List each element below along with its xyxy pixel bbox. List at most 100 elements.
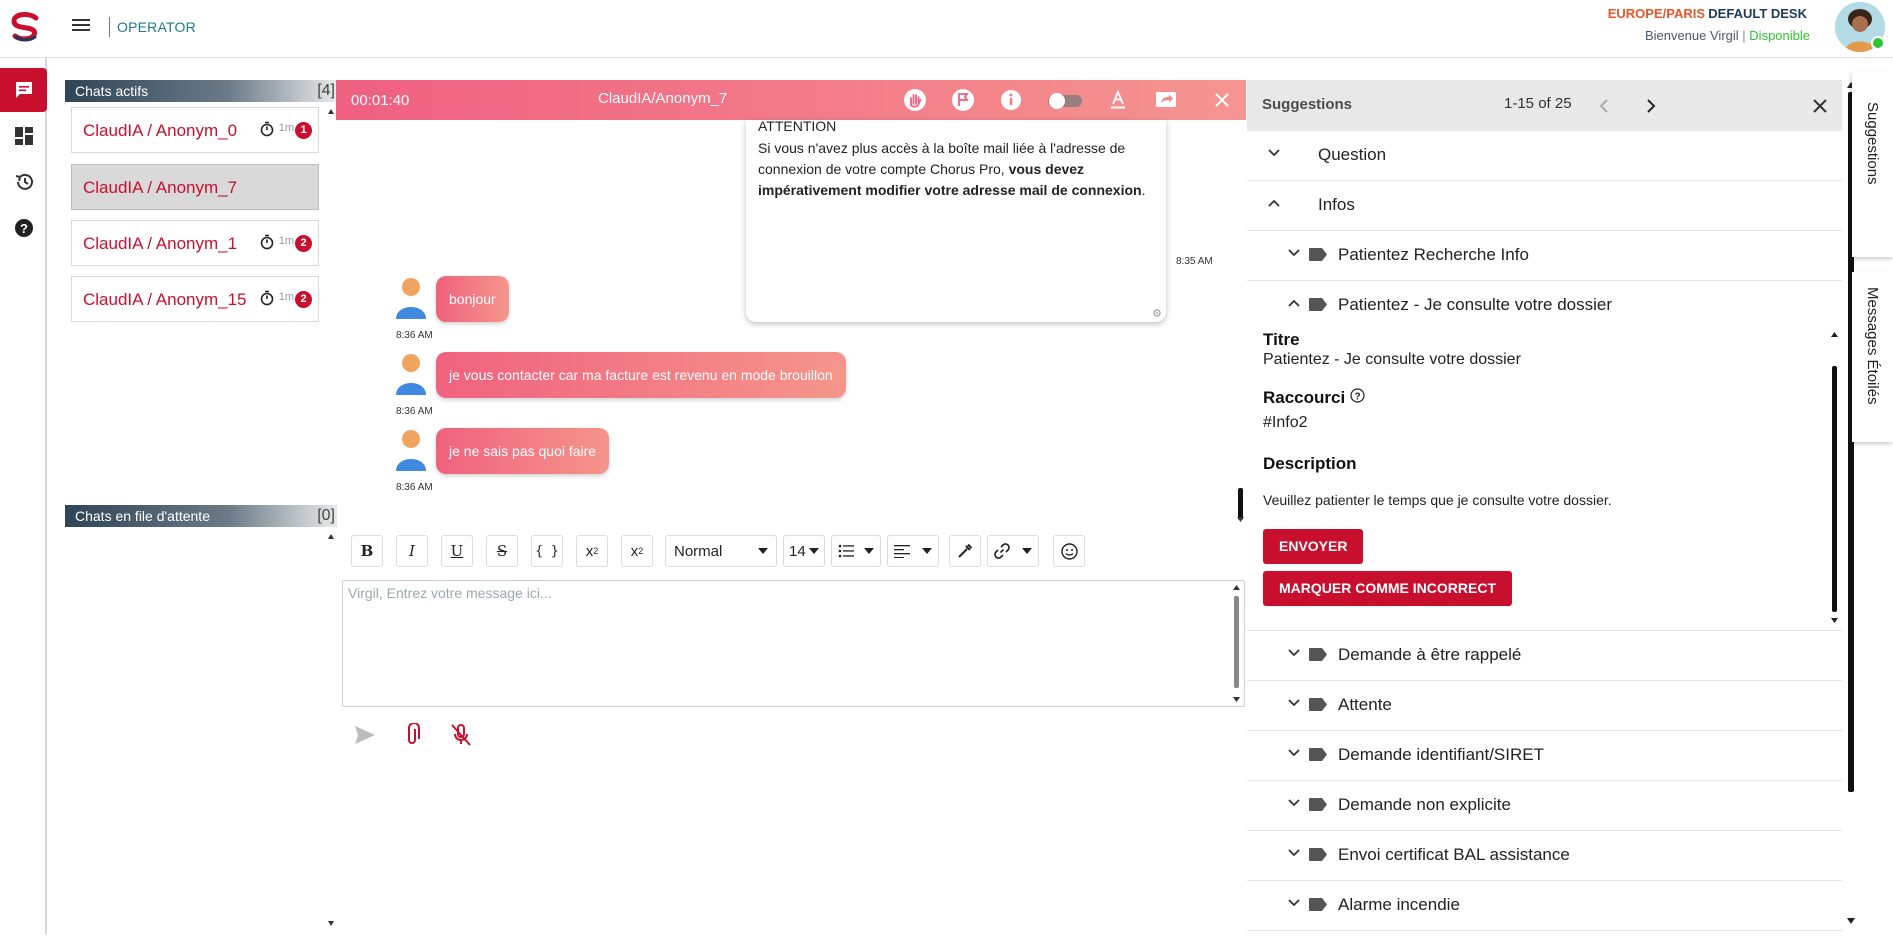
desk-label: DEFAULT DESK (1708, 6, 1807, 21)
tag-icon (1309, 748, 1327, 761)
chevron-up-icon (1268, 199, 1280, 207)
chevron-up-icon (1288, 299, 1300, 307)
suggestion-label: Demande non explicite (1338, 795, 1511, 814)
message-bubble: bonjour (436, 276, 509, 322)
suggestion-label: Alarme incendie (1338, 895, 1460, 914)
emoji-button[interactable] (1053, 535, 1085, 567)
suggestion-item[interactable]: Demande à être rappelé (1247, 631, 1842, 681)
chevron-left-icon[interactable] (1599, 98, 1609, 114)
chat-item[interactable]: ClaudIA / Anonym_15 1m 2 (71, 276, 319, 322)
chat-item-duration: 1m (278, 122, 294, 134)
message-time: 8:36 AM (396, 330, 433, 341)
color-picker-button[interactable] (949, 535, 981, 567)
category-infos[interactable]: Infos (1247, 181, 1842, 231)
settings-icon[interactable] (1152, 308, 1162, 318)
suggestion-item[interactable]: Alarme incendie (1247, 881, 1842, 931)
italic-button[interactable]: I (396, 535, 428, 567)
chat-icon (15, 82, 32, 98)
info-button[interactable] (999, 88, 1023, 112)
category-question[interactable]: Question (1247, 131, 1842, 181)
detail-title-value: Patientez - Je consulte votre dossier (1263, 351, 1521, 368)
welcome-label: Bienvenue Virgil (1644, 28, 1739, 43)
link-select[interactable] (987, 535, 1039, 567)
detail-scrollbar[interactable] (1830, 330, 1839, 628)
suggestion-item[interactable]: Demande identifiant/SIRET (1247, 731, 1842, 781)
close-chat-button[interactable] (1210, 88, 1234, 112)
chat-item[interactable]: ClaudIA / Anonym_1 1m 2 (71, 220, 319, 266)
chevron-right-icon[interactable] (1646, 98, 1656, 114)
suggestion-item-expanded[interactable]: Patientez - Je consulte votre dossier (1247, 281, 1842, 331)
message-bubble: je vous contacter car ma facture est rev… (436, 352, 846, 398)
suggestion-item[interactable]: Demande non explicite (1247, 781, 1842, 831)
conversation-header: 00:01:40 ClaudIA/Anonym_7 (336, 80, 1246, 120)
dashboard-icon (14, 127, 33, 145)
chat-item-label: ClaudIA / Anonym_7 (83, 178, 238, 197)
category-label: Question (1318, 145, 1387, 164)
chat-item-duration: 1m (278, 235, 294, 247)
align-select[interactable] (887, 535, 939, 567)
bold-button[interactable]: B (351, 535, 383, 567)
app-logo (11, 11, 39, 42)
font-size-select[interactable]: 14 (783, 535, 825, 567)
takeover-button[interactable] (903, 88, 927, 112)
subscript-button[interactable]: x2 (621, 535, 653, 567)
notice-body: Si vous n'avez plus accès à la boîte mai… (758, 138, 1154, 201)
flag-button[interactable] (951, 88, 975, 112)
unread-badge: 2 (295, 291, 312, 308)
underline-button[interactable]: U (441, 535, 473, 567)
nav-chats-button[interactable] (0, 68, 47, 112)
chevron-down-icon (1268, 149, 1280, 157)
code-button[interactable]: { } (531, 535, 563, 567)
nav-history-button[interactable] (0, 160, 47, 204)
menu-icon[interactable] (72, 16, 96, 38)
active-chats-scrollbar[interactable] (327, 106, 335, 501)
suggestion-label: Attente (1338, 695, 1392, 714)
queue-scrollbar[interactable] (327, 531, 335, 931)
chat-item-selected[interactable]: ClaudIA / Anonym_7 (71, 164, 319, 210)
svg-text:?: ? (20, 221, 28, 236)
message-input[interactable] (348, 585, 1228, 700)
mark-incorrect-button[interactable]: MARQUER COMME INCORRECT (1263, 571, 1512, 606)
suggestions-title: Suggestions (1262, 96, 1353, 113)
status-label[interactable]: Disponible (1749, 28, 1810, 43)
superscript-button[interactable]: x2 (576, 535, 608, 567)
strikethrough-button[interactable]: S (486, 535, 518, 567)
suggestion-label: Envoi certificat BAL assistance (1338, 845, 1570, 864)
flag-icon (952, 89, 974, 111)
active-chats-header: Chats actifs [4] (65, 80, 337, 102)
user-avatar-icon (396, 278, 426, 319)
conversation-scrollbar[interactable] (1236, 120, 1245, 525)
microphone-off-icon[interactable] (450, 723, 472, 747)
tab-starred-messages[interactable]: Messages Étoilés (1852, 272, 1893, 442)
help-circle-icon[interactable]: ? (1350, 388, 1365, 403)
send-icon[interactable] (354, 725, 376, 745)
help-icon: ? (14, 219, 33, 237)
transfer-button[interactable] (1154, 88, 1178, 112)
chat-item-label: ClaudIA / Anonym_15 (83, 290, 247, 309)
detail-title-label: Titre (1263, 330, 1300, 349)
conversation-title: ClaudIA/Anonym_7 (598, 90, 728, 107)
nav-help-button[interactable]: ? (0, 206, 47, 250)
send-suggestion-button[interactable]: ENVOYER (1263, 529, 1364, 564)
font-style-select[interactable]: Normal (665, 535, 777, 567)
suggestion-item[interactable]: Patientez Recherche Info (1247, 231, 1842, 281)
list-select[interactable] (831, 535, 881, 567)
attachment-icon[interactable] (404, 723, 420, 747)
tag-icon (1309, 798, 1327, 811)
suggestion-item[interactable]: Envoi certificat BAL assistance (1247, 831, 1842, 881)
queue-count: [0] (317, 507, 335, 524)
nav-dashboard-button[interactable] (0, 114, 47, 158)
chevron-down-icon (1288, 249, 1300, 257)
caret-down-icon (864, 548, 874, 554)
text-format-button[interactable] (1106, 88, 1130, 112)
chat-item[interactable]: ClaudIA / Anonym_0 1m 1 (71, 107, 319, 153)
suggestion-item[interactable]: Attente (1247, 681, 1842, 731)
history-icon (15, 173, 33, 190)
close-icon[interactable] (1812, 98, 1828, 114)
tab-suggestions[interactable]: Suggestions (1852, 72, 1893, 257)
active-chats-count: [4] (317, 82, 335, 99)
message-scrollbar[interactable] (1232, 584, 1241, 704)
category-label: Infos (1318, 195, 1355, 214)
toggle-switch[interactable] (1046, 88, 1084, 112)
tag-icon (1309, 248, 1327, 261)
